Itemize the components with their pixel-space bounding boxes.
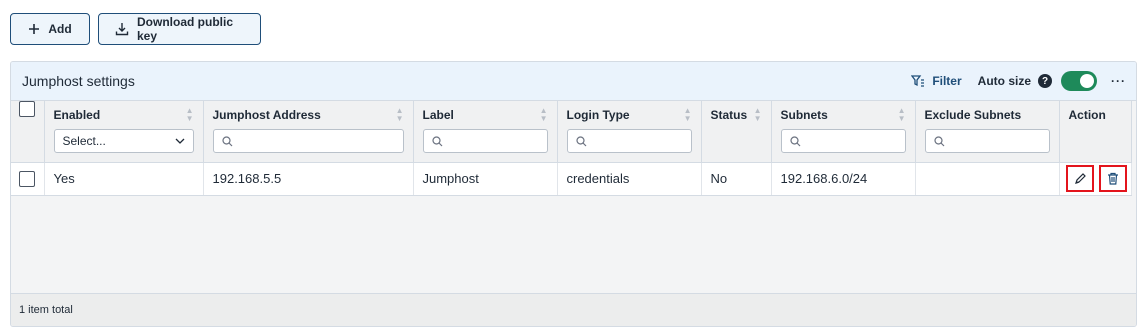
download-icon (115, 22, 129, 36)
sort-icon[interactable]: ▲ ▼ (186, 107, 194, 123)
cell-address: 192.168.5.5 (203, 162, 414, 196)
cell-enabled: Yes (44, 162, 204, 196)
column-label[interactable]: Status (711, 108, 748, 122)
select-all-checkbox[interactable] (19, 101, 35, 117)
search-icon (575, 135, 586, 146)
column-label[interactable]: Subnets (781, 108, 828, 122)
panel-title: Jumphost settings (22, 73, 135, 89)
search-icon (221, 135, 232, 146)
search-icon (789, 135, 800, 146)
cell-exclude-subnets (915, 162, 1060, 196)
subnets-search-input[interactable] (780, 129, 906, 153)
column-status: Status ▲ ▼ (701, 101, 772, 163)
sort-icon[interactable]: ▲ ▼ (684, 107, 692, 123)
column-login-type: Login Type ▲ ▼ (557, 101, 702, 163)
more-options-button[interactable]: ··· (1111, 74, 1126, 88)
edit-button[interactable] (1065, 165, 1094, 192)
cell-subnets: 192.168.6.0/24 (771, 162, 916, 196)
item-total: 1 item total (19, 304, 73, 316)
sort-icon[interactable]: ▲ ▼ (898, 107, 906, 123)
cell-actions (1059, 162, 1132, 196)
plus-icon (28, 23, 40, 35)
table-header-row: Enabled ▲ ▼ Select... Jumphost Address ▲ ▼ L… (11, 101, 1132, 163)
column-label[interactable]: Login Type (567, 108, 630, 122)
table-footer: 1 item total (11, 293, 1136, 326)
column-label: Action (1068, 108, 1106, 122)
exclude-subnets-search-input[interactable] (924, 129, 1050, 153)
login-type-search-input[interactable] (566, 129, 692, 153)
row-select-cell (11, 162, 45, 196)
filter-icon (911, 75, 925, 87)
column-jumphost-address: Jumphost Address ▲ ▼ (203, 101, 414, 163)
toolbar: Add Download public key (10, 13, 261, 45)
search-icon (933, 135, 944, 146)
download-public-key-button[interactable]: Download public key (98, 13, 261, 45)
jumphost-table: Enabled ▲ ▼ Select... Jumphost Address ▲ ▼ L… (11, 101, 1132, 196)
column-label-text[interactable]: Label (423, 108, 454, 122)
cell-login-type: credentials (557, 162, 702, 196)
column-enabled: Enabled ▲ ▼ Select... (44, 101, 204, 163)
add-button-label: Add (48, 22, 72, 36)
help-icon[interactable]: ? (1038, 74, 1052, 88)
search-icon (431, 135, 442, 146)
download-button-label: Download public key (137, 15, 233, 43)
column-label[interactable]: Exclude Subnets (925, 108, 1022, 122)
sort-icon[interactable]: ▲ ▼ (754, 107, 762, 123)
column-subnets: Subnets ▲ ▼ (771, 101, 916, 163)
filter-label: Filter (932, 74, 962, 88)
delete-button[interactable] (1098, 165, 1127, 192)
row-checkbox[interactable] (19, 170, 35, 187)
filter-button[interactable]: Filter (911, 74, 962, 88)
column-label[interactable]: Jumphost Address (213, 108, 321, 122)
panel-header: Jumphost settings Filter Auto size ? ··· (11, 62, 1136, 101)
autosize-label: Auto size (977, 74, 1031, 88)
pencil-icon (1074, 172, 1086, 184)
jumphost-settings-panel: Jumphost settings Filter Auto size ? ···… (10, 61, 1137, 327)
cell-status: No (701, 162, 772, 196)
column-label[interactable]: Enabled (54, 108, 101, 122)
toggle-knob (1080, 74, 1094, 88)
column-exclude-subnets: Exclude Subnets (915, 101, 1060, 163)
trash-icon (1107, 172, 1118, 185)
sort-icon[interactable]: ▲ ▼ (540, 107, 548, 123)
select-placeholder: Select... (62, 134, 106, 148)
sort-icon[interactable]: ▲ ▼ (396, 107, 404, 123)
chevron-down-icon (175, 138, 184, 144)
table-row[interactable]: Yes 192.168.5.5 Jumphost credentials No … (11, 162, 1132, 196)
cell-label: Jumphost (413, 162, 558, 196)
label-search-input[interactable] (422, 129, 548, 153)
address-search-input[interactable] (212, 129, 404, 153)
column-label: Label ▲ ▼ (413, 101, 558, 163)
select-all-cell (11, 101, 45, 163)
enabled-filter-select[interactable]: Select... (53, 129, 194, 153)
column-action: Action (1059, 101, 1132, 163)
autosize-toggle[interactable] (1061, 71, 1097, 91)
add-button[interactable]: Add (10, 13, 90, 45)
